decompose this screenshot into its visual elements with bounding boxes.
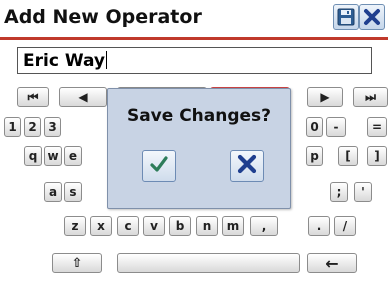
key-comma[interactable]: , — [250, 216, 278, 236]
key-period[interactable]: . — [308, 216, 330, 236]
key-home[interactable]: ⏮ — [17, 87, 49, 107]
key-x[interactable]: x — [90, 216, 112, 236]
title-bar: Add New Operator — [0, 0, 388, 38]
key-left[interactable]: ◀ — [59, 87, 107, 107]
text-cursor — [106, 51, 107, 69]
operator-name-input[interactable]: Eric Way — [17, 47, 372, 74]
key-e[interactable]: e — [64, 146, 82, 166]
operator-name-text: Eric Way — [23, 51, 105, 71]
cancel-save-button[interactable] — [230, 150, 264, 182]
key-c[interactable]: c — [117, 216, 139, 236]
key-backspace[interactable]: ← — [307, 253, 357, 273]
key-1[interactable]: 1 — [4, 117, 21, 137]
key-m[interactable]: m — [222, 216, 244, 236]
key-3[interactable]: 3 — [44, 117, 61, 137]
key-end[interactable]: ⏭ — [353, 87, 388, 107]
dialog-title: Save Changes? — [126, 106, 272, 126]
window-title: Add New Operator — [4, 6, 202, 28]
key-equals[interactable]: = — [367, 117, 387, 137]
key-p[interactable]: p — [306, 146, 323, 166]
key-apostrophe[interactable]: ' — [354, 182, 372, 202]
save-button[interactable] — [333, 4, 359, 30]
key-z[interactable]: z — [64, 216, 86, 236]
close-x-icon — [363, 8, 381, 26]
key-space[interactable] — [117, 253, 300, 273]
title-divider — [0, 37, 388, 40]
x-icon — [236, 153, 258, 179]
key-0[interactable]: 0 — [306, 117, 323, 137]
floppy-save-icon — [337, 8, 355, 26]
key-right-bracket[interactable]: ] — [367, 146, 387, 166]
confirm-save-button[interactable] — [142, 150, 176, 182]
save-changes-dialog: Save Changes? — [107, 88, 291, 209]
key-right[interactable]: ▶ — [307, 87, 343, 107]
key-shift[interactable]: ⇧ — [52, 253, 102, 273]
key-v[interactable]: v — [143, 216, 165, 236]
key-slash[interactable]: / — [334, 216, 356, 236]
key-a[interactable]: a — [44, 182, 62, 202]
checkmark-icon — [148, 153, 170, 179]
key-s[interactable]: s — [64, 182, 82, 202]
key-q[interactable]: q — [24, 146, 42, 166]
key-b[interactable]: b — [169, 216, 191, 236]
key-left-bracket[interactable]: [ — [338, 146, 358, 166]
key-n[interactable]: n — [196, 216, 218, 236]
key-w[interactable]: w — [44, 146, 62, 166]
key-minus[interactable]: - — [326, 117, 346, 137]
key-semicolon[interactable]: ; — [330, 182, 348, 202]
key-2[interactable]: 2 — [24, 117, 41, 137]
close-button[interactable] — [359, 4, 385, 30]
